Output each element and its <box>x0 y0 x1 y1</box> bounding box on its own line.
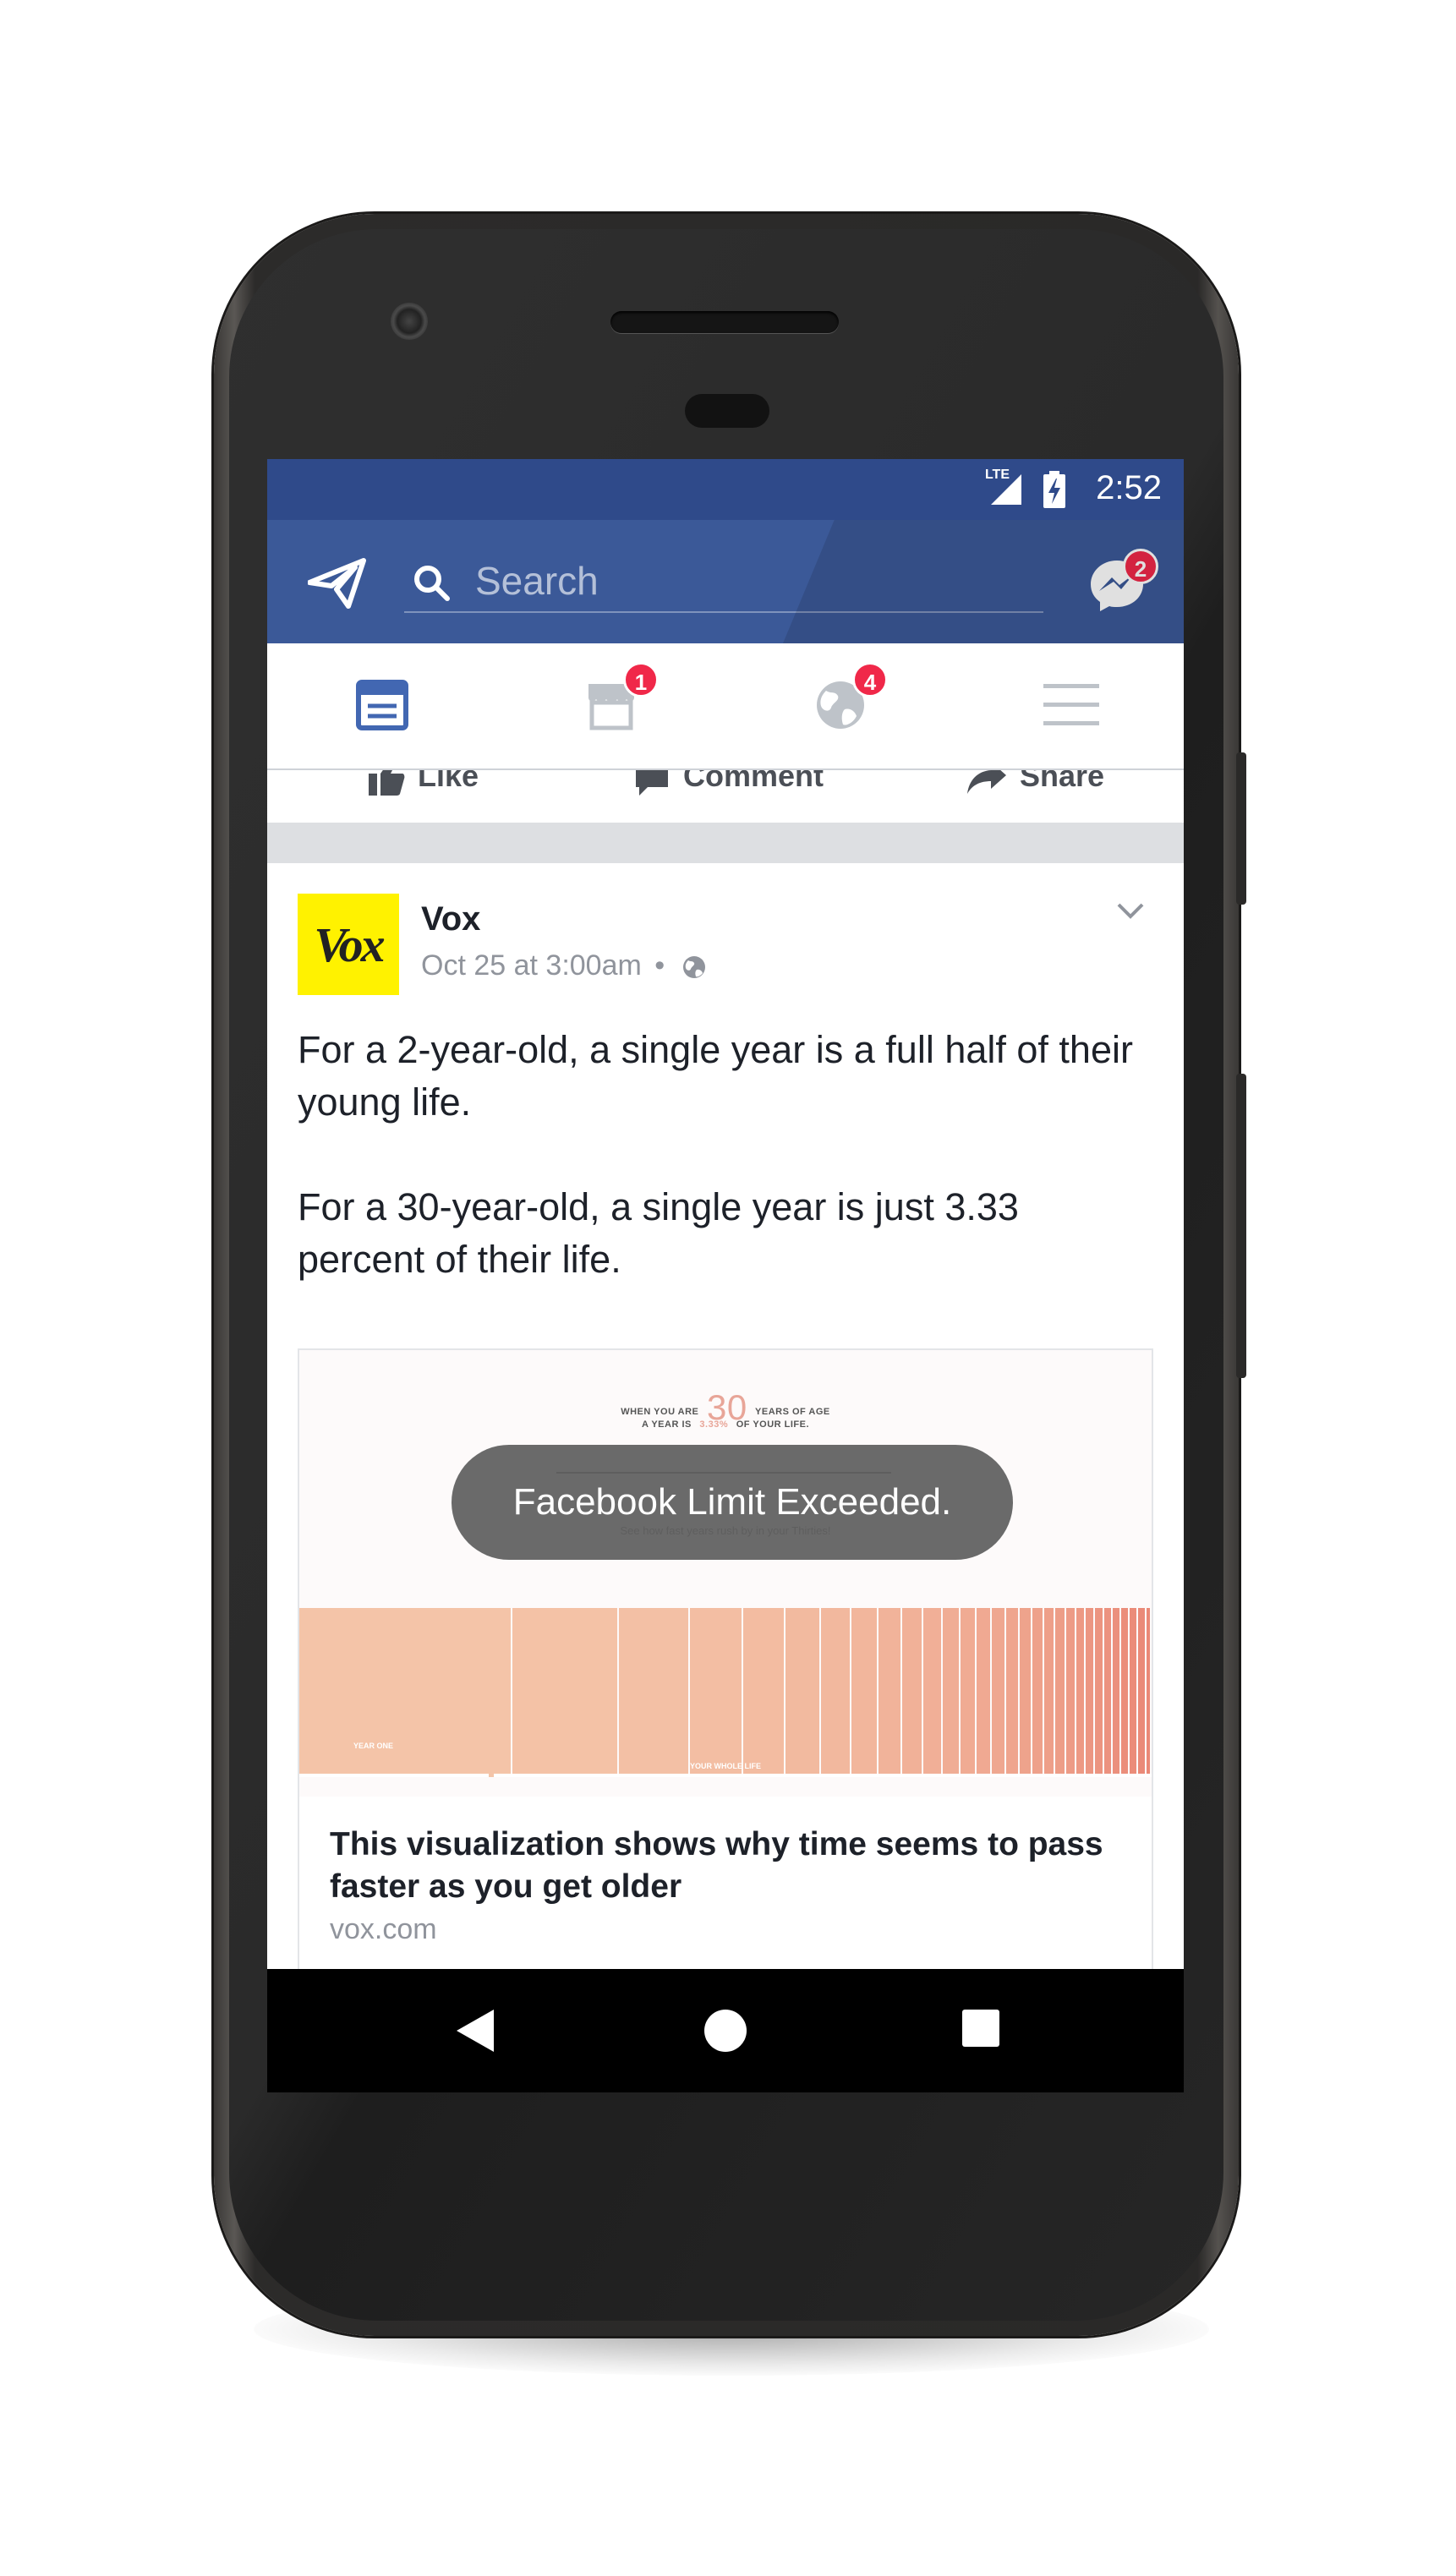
viz-year-bar <box>743 1608 784 1777</box>
viz-year-bar <box>1113 1608 1119 1777</box>
avatar[interactable]: Vox <box>298 894 399 995</box>
viz-heading-after: YEARS OF AGE <box>755 1407 830 1417</box>
comment-icon <box>636 770 668 796</box>
viz-year-bar <box>785 1608 819 1777</box>
viz-year-bar <box>1020 1608 1031 1777</box>
viz-year-bar <box>1032 1608 1043 1777</box>
news-feed-icon <box>356 680 408 730</box>
viz-year-bar <box>902 1608 922 1777</box>
signal-icon <box>991 474 1021 505</box>
viz-year-bar <box>1130 1608 1136 1777</box>
recents-icon[interactable] <box>961 2008 1001 2048</box>
comment-label: Comment <box>683 770 824 793</box>
viz-track-right <box>494 1774 1152 1777</box>
home-icon[interactable] <box>703 2008 748 2054</box>
meta-separator: • <box>654 949 665 982</box>
viz-year-bars: YEAR ONE YOUR WHOLE LIFE <box>299 1608 1152 1791</box>
status-bar: LTE 2:52 <box>267 459 1184 520</box>
viz-year-bar <box>879 1608 900 1777</box>
viz-year-bar <box>299 1608 511 1777</box>
viz-year-bar <box>1086 1608 1093 1777</box>
post-timestamp[interactable]: Oct 25 at 3:00am <box>421 949 642 982</box>
share-icon <box>967 770 1006 795</box>
feed-divider <box>267 823 1184 863</box>
device-mockup: LTE 2:52 Search 2 1 4 Like Comment Share… <box>0 0 1456 2576</box>
post-meta: Oct 25 at 3:00am • <box>421 949 707 982</box>
notifications-badge: 4 <box>852 662 888 697</box>
phone-screen: LTE 2:52 Search 2 1 4 Like Comment Share… <box>267 459 1184 2092</box>
share-button[interactable]: Share <box>966 770 1104 801</box>
viz-percent-before: A YEAR IS <box>641 1419 692 1430</box>
post-author[interactable]: Vox <box>421 900 480 938</box>
previous-post-actions: Like Comment Share <box>267 770 1184 814</box>
viz-year-bar <box>1095 1608 1103 1777</box>
viz-heading-before: WHEN YOU ARE <box>621 1407 699 1417</box>
viz-year-bar <box>1044 1608 1054 1777</box>
power-button <box>1236 752 1246 905</box>
viz-percent-line: A YEAR IS 3.33% OF YOUR LIFE. <box>299 1419 1152 1430</box>
viz-year-bar <box>1055 1608 1065 1777</box>
link-title[interactable]: This visualization shows why time seems … <box>330 1824 1125 1908</box>
viz-year-bar <box>977 1608 990 1777</box>
like-label: Like <box>418 770 479 793</box>
front-camera <box>391 303 428 340</box>
viz-year-bar <box>690 1608 742 1777</box>
viz-year-bar <box>1138 1608 1145 1777</box>
toast-message: Facebook Limit Exceeded. <box>452 1445 1013 1560</box>
viz-year-bar <box>1104 1608 1111 1777</box>
app-header: 2 <box>267 520 1184 704</box>
tab-notifications[interactable]: 4 <box>725 643 955 768</box>
viz-year-bar <box>923 1608 941 1777</box>
link-preview-image: WHEN YOU ARE 30 YEARS OF AGE A YEAR IS 3… <box>299 1350 1152 1797</box>
tab-bar: 1 4 <box>267 643 1184 770</box>
viz-label-whole-life: YOUR WHOLE LIFE <box>690 1762 761 1770</box>
volume-button <box>1236 1074 1246 1378</box>
marketplace-badge: 1 <box>623 662 659 697</box>
send-icon[interactable] <box>308 557 367 610</box>
viz-year-bar <box>961 1608 975 1777</box>
chevron-down-icon[interactable] <box>1116 900 1145 921</box>
navigation-bar <box>267 1969 1184 2092</box>
viz-year-bar <box>851 1608 877 1777</box>
viz-percent-value: 3.33% <box>699 1419 729 1430</box>
proximity-sensor <box>685 394 769 428</box>
tab-marketplace[interactable]: 1 <box>496 643 725 768</box>
viz-year-bar <box>1121 1608 1128 1777</box>
messenger-badge: 2 <box>1123 549 1158 584</box>
link-domain: vox.com <box>330 1913 437 1945</box>
search-input[interactable] <box>473 559 1018 603</box>
viz-year-bar <box>1006 1608 1018 1777</box>
earpiece-speaker <box>610 311 839 333</box>
tab-menu[interactable] <box>955 643 1184 768</box>
tab-news-feed[interactable] <box>267 643 496 768</box>
viz-year-bar <box>1076 1608 1084 1777</box>
viz-track-left <box>299 1774 489 1777</box>
viz-year-bar <box>619 1608 688 1777</box>
viz-year-bar <box>821 1608 850 1777</box>
share-label: Share <box>1020 770 1105 793</box>
comment-button[interactable]: Comment <box>632 770 824 801</box>
viz-year-bar <box>943 1608 959 1777</box>
viz-year-bar <box>512 1608 617 1777</box>
vox-logo: Vox <box>314 916 385 972</box>
viz-year-bar <box>992 1608 1004 1777</box>
public-globe-icon <box>682 956 705 979</box>
viz-year-bar <box>1147 1608 1150 1777</box>
battery-charging-icon <box>1043 471 1065 508</box>
back-icon[interactable] <box>453 2008 495 2054</box>
viz-percent-after: OF YOUR LIFE. <box>736 1419 810 1430</box>
viz-year-bar <box>1066 1608 1075 1777</box>
search-icon <box>414 566 450 601</box>
clock: 2:52 <box>1096 469 1162 506</box>
hamburger-menu-icon <box>1043 684 1099 725</box>
thumbs-up-icon <box>369 770 405 796</box>
like-button[interactable]: Like <box>367 770 479 801</box>
post-body: For a 2-year-old, a single year is a ful… <box>298 1028 1133 1281</box>
viz-label-year-one: YEAR ONE <box>353 1742 394 1750</box>
search-bar[interactable] <box>404 552 1043 613</box>
